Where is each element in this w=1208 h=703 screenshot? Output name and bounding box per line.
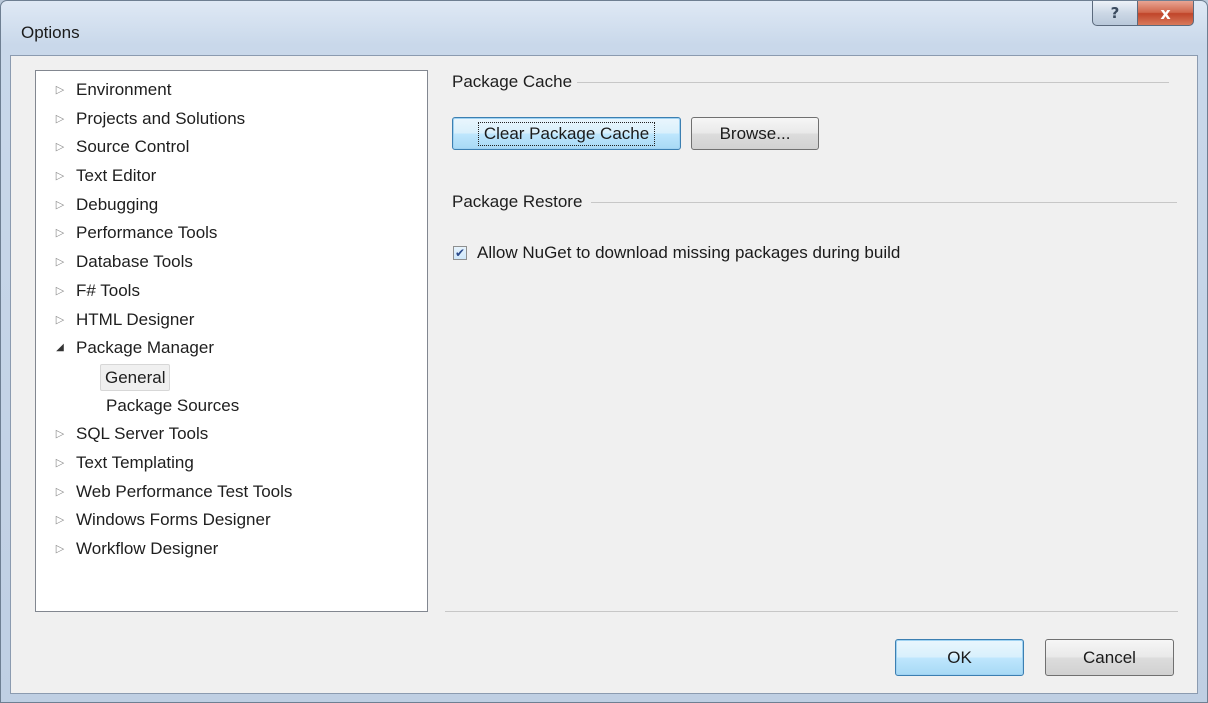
- allow-nuget-download-checkbox[interactable]: ✔: [453, 246, 467, 260]
- collapsed-arrow-icon[interactable]: ▷: [54, 420, 66, 449]
- tree-item-projects-and-solutions[interactable]: ▷ Projects and Solutions: [36, 105, 427, 134]
- tree-child-item-package-sources[interactable]: Package Sources: [36, 392, 427, 421]
- checkmark-icon: ✔: [454, 246, 466, 260]
- tree-item-database-tools[interactable]: ▷ Database Tools: [36, 248, 427, 277]
- cancel-button[interactable]: Cancel: [1045, 639, 1174, 676]
- collapsed-arrow-icon[interactable]: ▷: [54, 133, 66, 162]
- tree-item-label: Windows Forms Designer: [76, 510, 271, 530]
- tree-item-label: Database Tools: [76, 252, 193, 272]
- expanded-arrow-icon[interactable]: ◢: [54, 334, 66, 363]
- tree-item-label: Package Sources: [106, 395, 240, 415]
- window-title: Options: [21, 23, 80, 42]
- tree-item-label: Web Performance Test Tools: [76, 481, 293, 501]
- tree-item-label: F# Tools: [76, 280, 140, 300]
- allow-nuget-download-option[interactable]: ✔ Allow NuGet to download missing packag…: [453, 243, 900, 263]
- cancel-label: Cancel: [1083, 647, 1136, 667]
- tree-item-label: Projects and Solutions: [76, 108, 246, 128]
- package-restore-group-title: Package Restore: [452, 192, 589, 212]
- tree-item-label: Debugging: [76, 194, 159, 214]
- tree-item-label: Source Control: [76, 137, 190, 157]
- ok-button[interactable]: OK: [895, 639, 1024, 676]
- tree-item-text-templating[interactable]: ▷ Text Templating: [36, 449, 427, 478]
- tree-item-debugging[interactable]: ▷ Debugging: [36, 191, 427, 220]
- package-cache-divider: [577, 82, 1169, 83]
- help-button[interactable]: ?: [1092, 1, 1138, 26]
- tree-child-item-general[interactable]: General: [36, 363, 427, 392]
- collapsed-arrow-icon[interactable]: ▷: [54, 449, 66, 478]
- collapsed-arrow-icon[interactable]: ▷: [54, 306, 66, 335]
- clear-package-cache-label: Clear Package Cache: [477, 121, 656, 146]
- browse-button[interactable]: Browse...: [691, 117, 819, 150]
- options-category-tree[interactable]: ▷ Environment ▷ Projects and Solutions ▷ Sour…: [35, 70, 428, 612]
- tree-item-label: Package Manager: [76, 338, 214, 358]
- collapsed-arrow-icon[interactable]: ▷: [54, 162, 66, 191]
- tree-item-label: Performance Tools: [76, 223, 218, 243]
- tree-item-html-designer[interactable]: ▷ HTML Designer: [36, 306, 427, 335]
- ok-label: OK: [947, 647, 972, 667]
- tree-item-label: HTML Designer: [76, 309, 195, 329]
- tree-item-label: General: [100, 363, 171, 391]
- tree-item-label: SQL Server Tools: [76, 424, 209, 444]
- tree-item-source-control[interactable]: ▷ Source Control: [36, 133, 427, 162]
- dialog-client-area: ▷ Environment ▷ Projects and Solutions ▷ Sour…: [10, 55, 1198, 694]
- tree-item-label: Workflow Designer: [76, 539, 219, 558]
- collapsed-arrow-icon[interactable]: ▷: [54, 219, 66, 248]
- tree-item-sql-server-tools[interactable]: ▷ SQL Server Tools: [36, 420, 427, 449]
- help-icon: ?: [1110, 4, 1120, 22]
- tree-item-package-manager[interactable]: ◢ Package Manager: [36, 334, 427, 363]
- clear-package-cache-button[interactable]: Clear Package Cache: [452, 117, 681, 150]
- allow-nuget-download-label: Allow NuGet to download missing packages…: [477, 243, 901, 262]
- browse-label: Browse...: [719, 123, 791, 143]
- tree-item-label: Text Templating: [76, 452, 194, 472]
- tree-item-web-performance-test-tools[interactable]: ▷ Web Performance Test Tools: [36, 478, 427, 507]
- footer-divider: [445, 611, 1178, 612]
- caption-buttons: ? x: [1092, 1, 1194, 26]
- collapsed-arrow-icon[interactable]: ▷: [54, 478, 66, 507]
- close-button[interactable]: x: [1138, 1, 1194, 26]
- collapsed-arrow-icon[interactable]: ▷: [54, 506, 66, 535]
- collapsed-arrow-icon[interactable]: ▷: [54, 277, 66, 306]
- tree-item-windows-forms-designer[interactable]: ▷ Windows Forms Designer: [36, 506, 427, 535]
- collapsed-arrow-icon[interactable]: ▷: [54, 535, 66, 564]
- tree-item-environment[interactable]: ▷ Environment: [36, 76, 427, 105]
- title-bar[interactable]: Options ? x: [1, 1, 1207, 55]
- collapsed-arrow-icon[interactable]: ▷: [54, 76, 66, 105]
- collapsed-arrow-icon[interactable]: ▷: [54, 191, 66, 220]
- close-icon: x: [1160, 3, 1171, 23]
- tree-item-workflow-designer[interactable]: ▷ Workflow Designer: [36, 535, 427, 564]
- collapsed-arrow-icon[interactable]: ▷: [54, 105, 66, 134]
- tree-item-label: Environment: [76, 80, 172, 99]
- collapsed-arrow-icon[interactable]: ▷: [54, 248, 66, 277]
- tree-item-label: Text Editor: [76, 166, 157, 186]
- tree-item-performance-tools[interactable]: ▷ Performance Tools: [36, 219, 427, 248]
- options-dialog: Options ? x ▷ Environment ▷ Projects and So…: [0, 0, 1208, 703]
- package-cache-group-title: Package Cache: [452, 72, 579, 92]
- package-restore-divider: [591, 202, 1177, 203]
- tree-item-text-editor[interactable]: ▷ Text Editor: [36, 162, 427, 191]
- tree-item-f-tools[interactable]: ▷ F# Tools: [36, 277, 427, 306]
